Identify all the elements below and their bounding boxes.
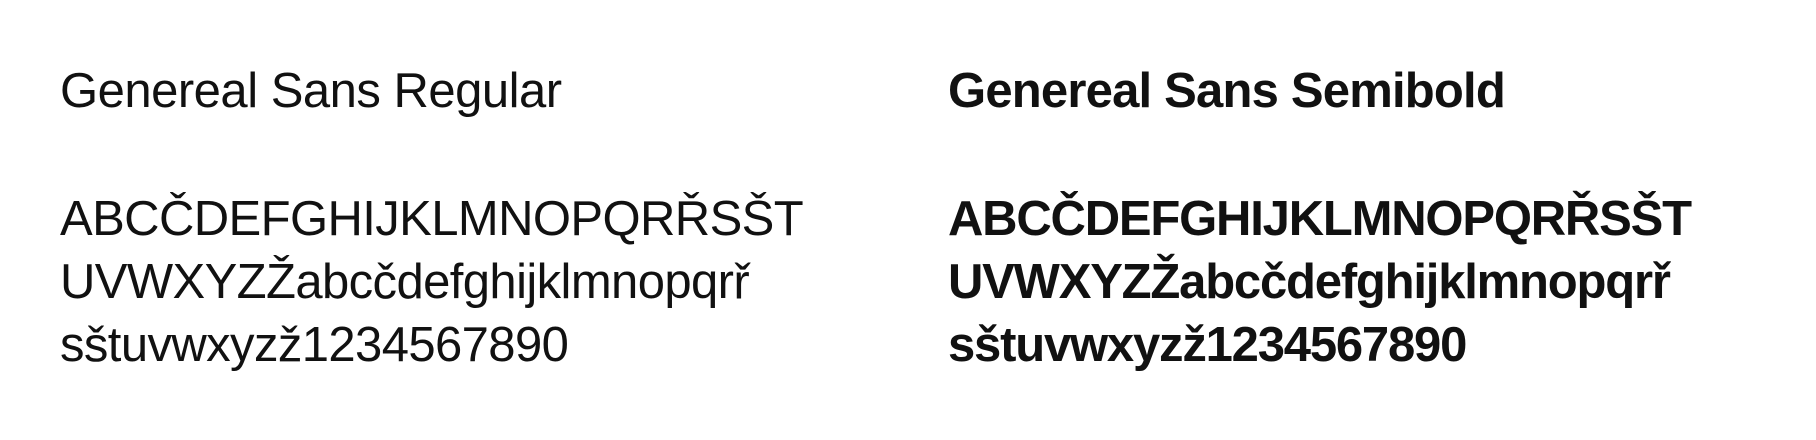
- glyph-line-uppercase: ABCČDEFGHIJKLMNOPQRŘSŠT: [60, 192, 804, 246]
- glyph-line-mixed: UVWXYZŽabcčdefghijklmnopqrř: [948, 255, 1671, 309]
- specimen-title: Genereal Sans Semibold: [948, 64, 1506, 118]
- specimen-title: Genereal Sans Regular: [60, 64, 562, 118]
- regular-specimen: Genereal Sans Regular ABCČDEFGHIJKLMNOPQ…: [60, 0, 880, 440]
- glyph-line-uppercase: ABCČDEFGHIJKLMNOPQRŘSŠT: [948, 192, 1692, 246]
- glyph-line-lowercase-numerals: sštuvwxyzž1234567890: [948, 318, 1467, 372]
- glyph-line-mixed: UVWXYZŽabcčdefghijklmnopqrř: [60, 255, 750, 309]
- semibold-specimen: Genereal Sans Semibold ABCČDEFGHIJKLMNOP…: [948, 0, 1798, 440]
- glyph-set: ABCČDEFGHIJKLMNOPQRŘSŠT UVWXYZŽabcčdefgh…: [60, 188, 804, 377]
- glyph-line-lowercase-numerals: sštuvwxyzž1234567890: [60, 318, 569, 372]
- glyph-set: ABCČDEFGHIJKLMNOPQRŘSŠT UVWXYZŽabcčdefgh…: [948, 188, 1692, 377]
